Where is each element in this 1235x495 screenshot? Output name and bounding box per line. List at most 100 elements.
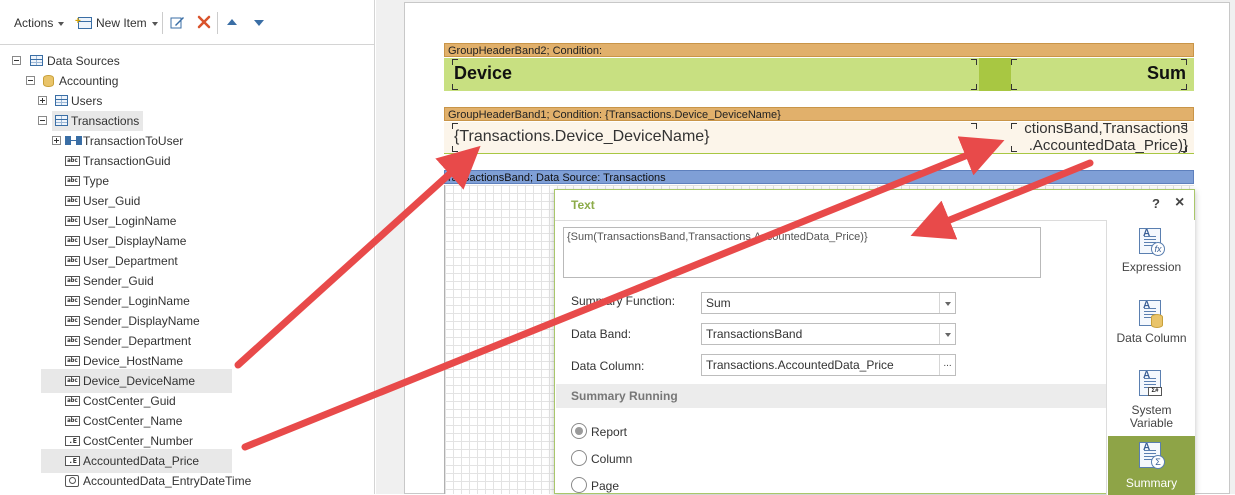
tree-node-field[interactable]: abc Sender_DisplayName (65, 311, 305, 331)
string-field-icon: abc (65, 256, 80, 266)
tree-node-field[interactable]: abc Type (65, 171, 305, 191)
string-field-icon: abc (65, 156, 80, 166)
number-field-icon: .E (65, 436, 80, 446)
tree-node-field[interactable]: abc Device_DeviceName (65, 371, 305, 391)
selection-corner (1181, 59, 1187, 65)
data-band-title[interactable]: ransactionsBand; Data Source: Transactio… (444, 170, 1194, 184)
system-variable-label-2: Variable (1129, 416, 1174, 430)
string-field-icon: abc (65, 176, 80, 186)
summary-function-select[interactable]: Sum (701, 292, 956, 314)
expression-tab-button[interactable]: Afx Expression (1108, 226, 1195, 284)
group-header-band1[interactable]: {Transactions.Device_DeviceName} ctionsB… (444, 120, 1194, 154)
title-divider (555, 220, 1106, 221)
tree-node-field[interactable]: .E CostCenter_Number (65, 431, 305, 451)
expand-icon[interactable] (52, 136, 61, 145)
device-name-expression[interactable]: {Transactions.Device_DeviceName} (454, 128, 710, 146)
collapse-icon[interactable] (26, 76, 35, 85)
string-field-icon: abc (65, 276, 80, 286)
tree-node-label: Data Sources (47, 54, 120, 68)
insert-type-panel: Afx Expression A Data Column A Σ# System … (1106, 220, 1195, 495)
expression-icon: Afx (1139, 228, 1165, 256)
radio-label: Page (591, 479, 620, 493)
string-field-icon: abc (65, 316, 80, 326)
relation-icon (65, 136, 82, 145)
chevron-down-icon[interactable] (939, 293, 955, 313)
summary-function-value: Sum (706, 296, 731, 310)
radio-button[interactable] (571, 477, 587, 493)
tree-node-field[interactable]: abc User_DisplayName (65, 231, 305, 251)
summary-running-header: Summary Running (556, 384, 1106, 408)
tree-node-field[interactable]: abc Sender_Guid (65, 271, 305, 291)
toolbar-divider (162, 12, 163, 34)
chevron-down-icon (58, 21, 65, 26)
tree-node-field[interactable]: abc CostCenter_Name (65, 411, 305, 431)
tree-node-field[interactable]: abc CostCenter_Guid (65, 391, 305, 411)
tree-node-field[interactable]: abc Device_HostName (65, 351, 305, 371)
string-field-icon: abc (65, 236, 80, 246)
group-header-band2-title[interactable]: GroupHeaderBand2; Condition: (444, 43, 1194, 57)
selection-corner (971, 59, 977, 65)
radio-label: Column (591, 452, 633, 466)
tree-node-field[interactable]: abc User_Guid (65, 191, 305, 211)
tree-node-label: Device_DeviceName (83, 374, 196, 388)
tree-node-transactions[interactable]: Transactions (38, 111, 238, 131)
expression-tab-label: Expression (1121, 260, 1182, 274)
sum-expression-cell[interactable]: ctionsBand,Transactions .AccountedData_P… (1012, 120, 1188, 154)
collapse-icon[interactable] (38, 116, 47, 125)
move-down-button[interactable] (253, 16, 265, 34)
sum-header-text[interactable]: Sum (1147, 63, 1186, 84)
radio-button[interactable] (571, 423, 587, 439)
dictionary-panel: Actions + New Item Data Sources Accountin… (0, 0, 375, 494)
radio-button[interactable] (571, 450, 587, 466)
data-band-select[interactable]: TransactionsBand (701, 323, 956, 345)
system-variable-tab-button[interactable]: A Σ# System Variable (1108, 366, 1195, 432)
tree-node-field[interactable]: abc Sender_LoginName (65, 291, 305, 311)
string-field-icon: abc (65, 336, 80, 346)
help-button[interactable]: ? (1152, 196, 1160, 211)
device-header-text[interactable]: Device (454, 63, 512, 84)
move-up-button[interactable] (226, 16, 238, 34)
chevron-down-icon[interactable] (939, 324, 955, 344)
new-item-icon: + (75, 16, 92, 29)
data-column-tab-button[interactable]: A Data Column (1108, 296, 1195, 354)
actions-menu-button[interactable]: Actions (14, 14, 65, 32)
tree-node-field[interactable]: abc TransactionGuid (65, 151, 305, 171)
datetime-field-icon (65, 475, 79, 487)
data-column-input[interactable]: Transactions.AccountedData_Price ... (701, 354, 956, 376)
close-button[interactable]: × (1175, 194, 1184, 212)
tree-node-label: TransactionToUser (83, 134, 184, 148)
expression-textarea[interactable]: {Sum(TransactionsBand,Transactions.Accou… (563, 227, 1041, 278)
number-field-icon: .E (65, 456, 80, 466)
tree-node-accounting[interactable]: Accounting (26, 71, 226, 91)
group-header-band1-title[interactable]: GroupHeaderBand1; Condition: {Transactio… (444, 107, 1194, 121)
sum-expression-line1: ctionsBand,Transactions (1024, 120, 1188, 137)
tree-node-field[interactable]: abc User_Department (65, 251, 305, 271)
string-field-icon: abc (65, 416, 80, 426)
string-field-icon: abc (65, 356, 80, 366)
tree-node-users[interactable]: Users (38, 91, 238, 111)
tree-node-field[interactable]: abc Sender_Department (65, 331, 305, 351)
tree-node-label: AccountedData_Price (83, 454, 200, 468)
tree-node-data-sources[interactable]: Data Sources (12, 51, 212, 71)
tree-node-label: CostCenter_Number (83, 434, 194, 448)
expand-icon[interactable] (38, 96, 47, 105)
group-header-band2[interactable]: Device Sum (444, 58, 1194, 91)
selection-corner (1011, 59, 1017, 65)
tree-node-relation[interactable]: TransactionToUser (52, 131, 252, 151)
table-icon (55, 115, 68, 126)
new-item-button[interactable]: + New Item (75, 14, 158, 32)
dialog-title: Text (571, 198, 595, 212)
delete-button[interactable] (196, 14, 212, 32)
tree-node-field[interactable]: abc User_LoginName (65, 211, 305, 231)
data-column-tab-label: Data Column (1116, 331, 1187, 345)
chevron-down-icon (151, 21, 158, 26)
summary-tab-label: Summary (1125, 476, 1178, 490)
edit-button[interactable] (170, 15, 185, 33)
tree-node-field[interactable]: .E AccountedData_Price (65, 451, 305, 471)
collapse-icon[interactable] (12, 56, 21, 65)
summary-tab-button[interactable]: AΣ Summary (1108, 436, 1195, 495)
tree-node-field[interactable]: AccountedData_EntryDateTime (65, 471, 305, 491)
arrow-down-icon (254, 20, 264, 26)
browse-button[interactable]: ... (939, 355, 955, 375)
selection-corner (971, 146, 977, 152)
